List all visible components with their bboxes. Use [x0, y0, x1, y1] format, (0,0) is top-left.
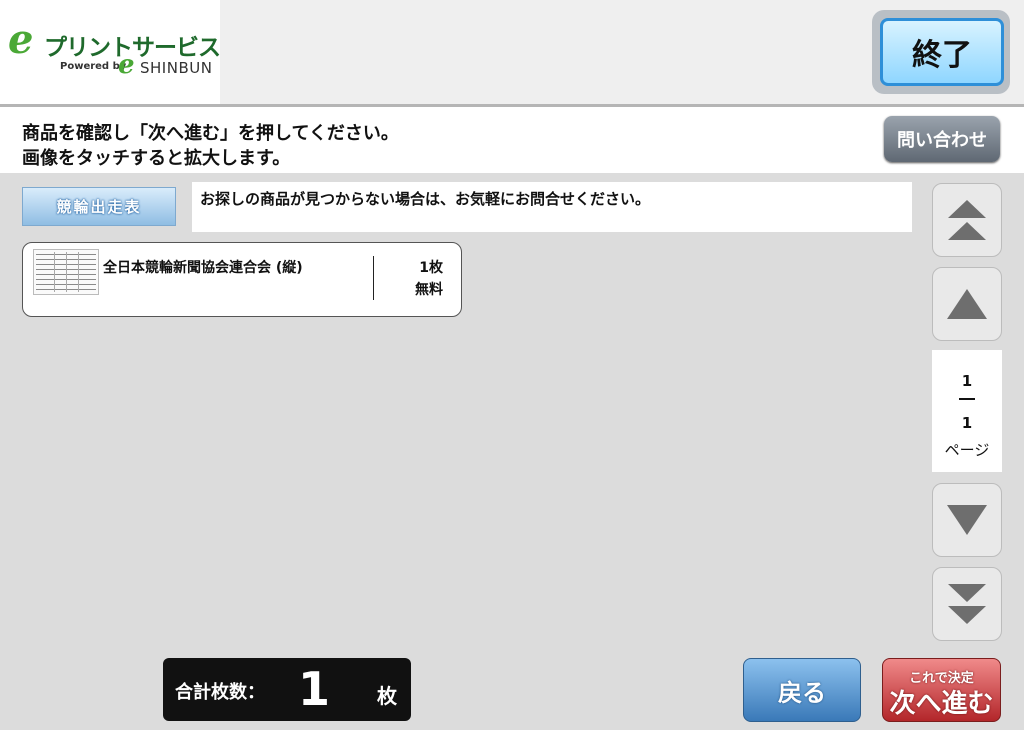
instruction-line-1: 商品を確認し「次へ進む」を押してください。	[22, 123, 399, 144]
scroll-bottom-button[interactable]	[932, 567, 1002, 641]
logo-shinbun: SHINBUN	[140, 59, 213, 77]
end-button[interactable]: 終了	[880, 18, 1004, 86]
notice-text: お探しの商品が見つからない場合は、お気軽にお問合せください。	[200, 190, 651, 208]
scroll-down-button[interactable]	[932, 483, 1002, 557]
header-bar: e プリントサービス Powered by e SHINBUN 終了	[0, 0, 1024, 107]
page-indicator: 1 1 ページ	[932, 350, 1002, 472]
next-button[interactable]: これで決定 次へ進む	[882, 658, 1001, 722]
up-arrow-icon	[947, 289, 987, 319]
total-label: 合計枚数：	[175, 682, 265, 703]
eprint-logo: e プリントサービス Powered by e SHINBUN	[0, 0, 221, 104]
logo-powered-by: Powered by	[60, 61, 127, 72]
scroll-up-button[interactable]	[932, 267, 1002, 341]
contact-button[interactable]: 問い合わせ	[884, 116, 1000, 162]
page-label: ページ	[944, 441, 990, 459]
total-pages: 1	[961, 414, 973, 432]
product-name: 全日本競輪新聞協会連合会 (縦)	[103, 260, 303, 276]
double-up-arrow-icon	[948, 200, 986, 218]
double-down-arrow-icon	[948, 584, 986, 602]
total-unit: 枚	[377, 684, 397, 708]
logo-e-mark: e	[8, 16, 34, 63]
product-quantity: 1枚	[419, 260, 443, 276]
current-page: 1	[961, 372, 973, 390]
card-divider	[373, 256, 374, 300]
product-price: 無料	[415, 282, 443, 298]
page-divider	[959, 398, 975, 400]
total-count-box: 合計枚数： 1 枚	[163, 658, 411, 721]
instruction-bar: 商品を確認し「次へ進む」を押してください。 画像をタッチすると拡大します。 問い…	[0, 107, 1024, 173]
next-button-label: 次へ進む	[889, 689, 994, 719]
down-arrow-icon	[947, 505, 987, 535]
category-tab-keirin[interactable]: 競輪出走表	[22, 187, 176, 226]
category-tab-label: 競輪出走表	[56, 198, 142, 216]
notice-box: お探しの商品が見つからない場合は、お気軽にお問合せください。	[192, 182, 912, 232]
back-button[interactable]: 戻る	[743, 658, 861, 722]
total-value: 1	[298, 662, 331, 716]
scroll-top-button[interactable]	[932, 183, 1002, 257]
product-thumbnail[interactable]	[33, 249, 99, 295]
instruction-line-2: 画像をタッチすると拡大します。	[22, 148, 291, 169]
logo-e-mark-small: e	[118, 50, 135, 80]
product-card[interactable]: 全日本競輪新聞協会連合会 (縦) 1枚 無料	[22, 242, 462, 317]
